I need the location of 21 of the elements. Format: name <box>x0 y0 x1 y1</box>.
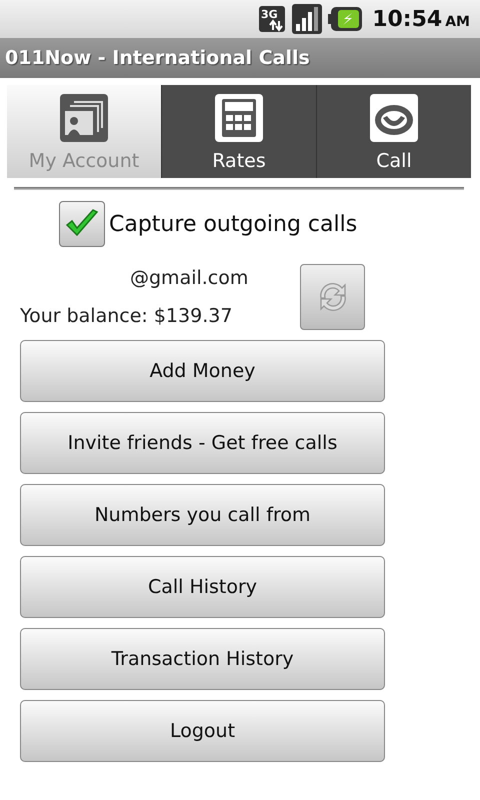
menu-button[interactable]: Transaction History <box>20 628 385 690</box>
menu-button[interactable]: Numbers you call from <box>20 484 385 546</box>
network-3g-icon: 3G <box>258 5 286 33</box>
email-address: @gmail.com <box>130 267 248 289</box>
window-title: 011Now - International Calls <box>5 47 310 69</box>
menu-button[interactable]: Call History <box>20 556 385 618</box>
battery-icon <box>328 7 362 31</box>
balance-text: Your balance: $139.37 <box>20 305 234 327</box>
checkbox[interactable] <box>59 201 105 247</box>
menu-button[interactable]: Invite friends - Get free calls <box>20 412 385 474</box>
contact-cards-icon <box>60 94 108 142</box>
phone-handset-icon <box>370 94 418 142</box>
tab[interactable]: Rates <box>162 85 317 178</box>
tab[interactable]: Call <box>317 85 471 178</box>
checkbox-label: Capture outgoing calls <box>109 212 358 236</box>
menu-button[interactable]: Logout <box>20 700 385 762</box>
menu-button[interactable]: Add Money <box>20 340 385 402</box>
clock: 10:54 AM <box>372 6 470 32</box>
refresh-button[interactable] <box>300 264 365 330</box>
calculator-icon <box>215 94 263 142</box>
signal-icon <box>292 4 322 34</box>
